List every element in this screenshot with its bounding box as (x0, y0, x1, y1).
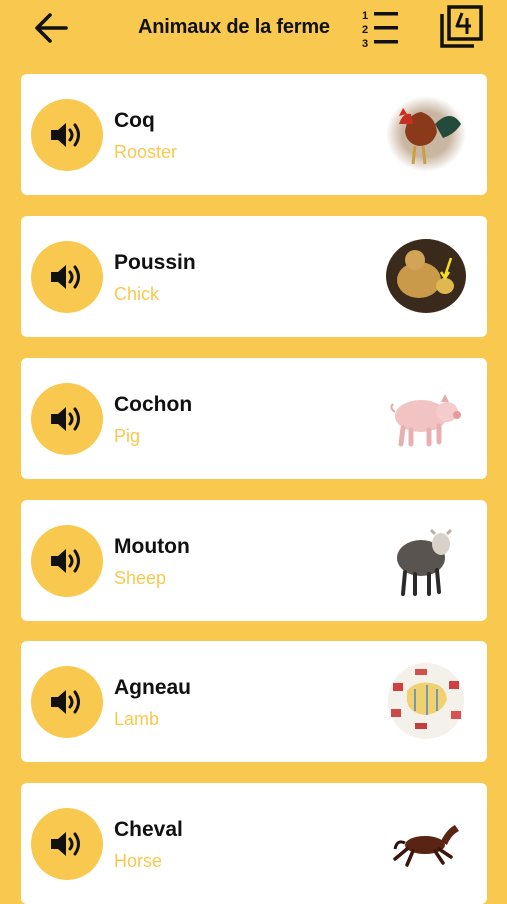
animal-translation: Sheep (114, 568, 167, 588)
speaker-icon (51, 265, 80, 289)
back-arrow-icon (35, 13, 68, 43)
speaker-icon (51, 549, 80, 573)
svg-text:2: 2 (362, 24, 368, 36)
play-sound-button[interactable] (31, 525, 103, 597)
list-item[interactable]: Poussin Chick (21, 216, 487, 337)
header-bar: Animaux de la ferme 1 2 3 (0, 0, 507, 58)
sheep-image (397, 528, 453, 596)
svg-text:1: 1 (362, 10, 368, 22)
chick-image (386, 239, 466, 313)
animal-name: Cheval (114, 818, 183, 841)
speaker-icon (51, 832, 80, 856)
pig-image (390, 394, 461, 447)
animal-name: Agneau (114, 676, 192, 699)
animal-name: Cochon (114, 393, 193, 416)
animal-translation: Horse (114, 851, 163, 871)
speaker-icon (51, 123, 80, 147)
animal-translation: Chick (114, 284, 160, 304)
play-sound-button[interactable] (31, 241, 103, 313)
back-button[interactable] (30, 8, 72, 48)
play-sound-button[interactable] (31, 383, 103, 455)
speaker-icon (51, 407, 80, 431)
animal-translation: Lamb (114, 709, 160, 729)
play-sound-button[interactable] (31, 99, 103, 171)
page-title: Animaux de la ferme (138, 16, 330, 38)
number-four-icon (440, 5, 483, 48)
play-sound-button[interactable] (31, 666, 103, 738)
list-item[interactable]: Cheval Horse (21, 783, 487, 904)
horse-image (393, 825, 459, 867)
animal-translation: Pig (114, 426, 141, 446)
numbered-list-icon: 1 2 3 (362, 10, 398, 50)
animal-translation: Rooster (114, 142, 178, 162)
list-item[interactable]: Mouton Sheep (21, 500, 487, 621)
list-item[interactable]: Cochon Pig (21, 358, 487, 479)
animal-name: Mouton (114, 535, 190, 558)
rooster-image (386, 96, 466, 172)
number-four-button[interactable] (438, 4, 484, 50)
animal-name: Coq (114, 109, 155, 132)
list-item[interactable]: Coq Rooster (21, 74, 487, 195)
numbered-list-button[interactable]: 1 2 3 (358, 6, 402, 50)
svg-text:3: 3 (362, 38, 368, 50)
animal-name: Poussin (114, 251, 196, 274)
speaker-icon (51, 690, 80, 714)
play-sound-button[interactable] (31, 808, 103, 880)
list-item[interactable]: Agneau Lamb (21, 641, 487, 762)
lamb-cuts-image (388, 663, 464, 739)
